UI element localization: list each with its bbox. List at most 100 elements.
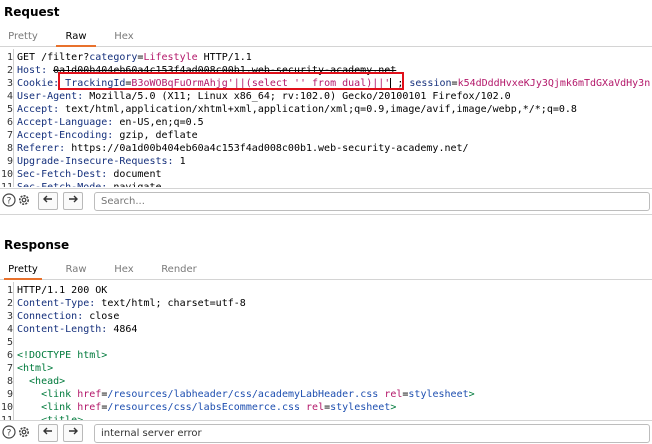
request-search-input[interactable] [94, 192, 650, 211]
gear-icon[interactable] [16, 425, 32, 441]
line-number: 5 [6, 104, 13, 115]
code-token: Host: [17, 65, 54, 76]
code-token: gzip, deflate [119, 130, 198, 141]
request-editor[interactable]: 1 GET /filter?category=Lifestyle HTTP/1.1… [0, 49, 652, 187]
code-line[interactable]: 1 GET /filter?category=Lifestyle HTTP/1.1 [0, 51, 652, 64]
code-line[interactable]: 9 Upgrade-Insecure-Requests: 1 [0, 155, 652, 168]
line-number: 11 [0, 181, 13, 187]
code-line[interactable]: 8 Referer: https://0a1d00b404eb60a4c153f4… [0, 142, 652, 155]
line-text: <html> [17, 362, 53, 375]
code-token: en-US,en;q=0.5 [119, 117, 204, 128]
code-token: Content-Length: [17, 324, 114, 335]
line-text: Content-Length: 4864 [17, 323, 137, 336]
code-token: Lifestyle [143, 52, 198, 63]
code-token: rel [384, 389, 403, 400]
forward-button[interactable] [63, 424, 83, 442]
code-line[interactable]: 2 Content-Type: text/html; charset=utf-8 [0, 297, 652, 310]
code-line[interactable]: 6 <!DOCTYPE html> [0, 349, 652, 362]
line-text: Accept-Language: en-US,en;q=0.5 [17, 116, 204, 129]
tab-request-pretty[interactable]: Pretty [4, 29, 42, 47]
line-text: Accept: text/html,application/xhtml+xml,… [17, 103, 577, 116]
code-token: /resources/labheader/css/academyLabHeade… [107, 389, 379, 400]
code-token: <html> [17, 363, 54, 374]
code-line[interactable]: 7 Accept-Encoding: gzip, deflate [0, 129, 652, 142]
code-line[interactable]: 5 [0, 336, 652, 349]
code-token: > [390, 402, 397, 413]
code-token: HTTP/1.1 [197, 52, 252, 63]
code-token: k54dDddHvxeKJy3Qjmk6mTdGXaVdHy3n [457, 78, 651, 89]
code-token: text/html,application/xhtml+xml,applicat… [65, 104, 577, 115]
code-line[interactable]: 3 Connection: close [0, 310, 652, 323]
tab-response-raw[interactable]: Raw [56, 262, 96, 280]
back-button[interactable] [38, 424, 58, 442]
code-line[interactable]: 5 Accept: text/html,application/xhtml+xml… [0, 103, 652, 116]
code-token: Referer: [17, 143, 72, 154]
svg-text:?: ? [7, 197, 12, 207]
response-tabs: Pretty Raw Hex Render [0, 262, 652, 280]
line-number: 1 [6, 52, 13, 63]
panel-divider[interactable] [0, 214, 652, 215]
request-title: Request [4, 5, 60, 19]
line-number: 1 [6, 285, 13, 296]
response-search-input[interactable] [94, 424, 650, 443]
code-token: Connection: [17, 311, 90, 322]
code-token: stylesheet [408, 389, 469, 400]
code-token: Accept-Language: [17, 117, 120, 128]
line-text: <!DOCTYPE html> [17, 349, 107, 362]
line-text: Sec-Fetch-Dest: document [17, 168, 162, 181]
line-number: 9 [6, 156, 13, 167]
line-number: 3 [6, 311, 13, 322]
line-text: Connection: close [17, 310, 119, 323]
arrow-right-icon [69, 427, 78, 435]
code-token: document [113, 169, 162, 180]
code-token: Mozilla/5.0 (X11; Linux x86_64; rv:102.0… [89, 91, 511, 102]
code-line[interactable]: 8 <head> [0, 375, 652, 388]
response-title: Response [4, 238, 70, 252]
line-text: User-Agent: Mozilla/5.0 (X11; Linux x86_… [17, 90, 511, 103]
line-number: 7 [6, 363, 13, 374]
code-token: > [468, 389, 475, 400]
code-token: navigate [113, 182, 161, 187]
code-token: HTTP/1.1 200 OK [17, 285, 108, 296]
line-number: 6 [6, 117, 13, 128]
code-token: 4864 [113, 324, 138, 335]
gear-icon[interactable] [16, 193, 32, 209]
help-icon[interactable]: ? [1, 425, 17, 441]
code-token: href [77, 389, 102, 400]
code-line[interactable]: 4 Content-Length: 4864 [0, 323, 652, 336]
code-line[interactable]: 1 HTTP/1.1 200 OK [0, 284, 652, 297]
code-line[interactable]: 7 <html> [0, 362, 652, 375]
code-token: rel [306, 402, 325, 413]
line-text: <link href=/resources/labheader/css/acad… [17, 388, 475, 401]
tab-response-render[interactable]: Render [156, 262, 202, 280]
tab-response-hex[interactable]: Hex [108, 262, 140, 280]
line-number: 6 [6, 350, 13, 361]
code-token: 1 [179, 156, 186, 167]
code-token: User-Agent: [17, 91, 90, 102]
code-line[interactable]: 9 <link href=/resources/labheader/css/ac… [0, 388, 652, 401]
code-token: /resources/css/labsEcommerce.css [107, 402, 300, 413]
response-editor[interactable]: 1 HTTP/1.1 200 OK 2 Content-Type: text/html… [0, 282, 652, 420]
forward-button[interactable] [63, 192, 83, 210]
line-text: Accept-Encoding: gzip, deflate [17, 129, 198, 142]
line-text: GET /filter?category=Lifestyle HTTP/1.1 [17, 51, 252, 64]
tab-request-raw[interactable]: Raw [56, 29, 96, 47]
arrow-right-icon [69, 195, 78, 203]
line-number: 4 [6, 324, 13, 335]
code-line[interactable]: 10 Sec-Fetch-Dest: document [0, 168, 652, 181]
code-token: Accept-Encoding: [17, 130, 120, 141]
line-number: 7 [6, 130, 13, 141]
code-token: stylesheet [330, 402, 391, 413]
back-button[interactable] [38, 192, 58, 210]
line-number: 5 [6, 337, 13, 348]
line-number: 8 [6, 143, 13, 154]
help-icon[interactable]: ? [1, 193, 17, 209]
request-toolbar: ? [0, 188, 652, 212]
tab-response-pretty[interactable]: Pretty [4, 262, 42, 280]
code-line[interactable]: 4 User-Agent: Mozilla/5.0 (X11; Linux x86… [0, 90, 652, 103]
response-toolbar: ? [0, 420, 652, 444]
code-line[interactable]: 6 Accept-Language: en-US,en;q=0.5 [0, 116, 652, 129]
tab-request-hex[interactable]: Hex [108, 29, 140, 47]
code-line[interactable]: 11 Sec-Fetch-Mode: navigate [0, 181, 652, 187]
code-line[interactable]: 10 <link href=/resources/css/labsEcommer… [0, 401, 652, 414]
